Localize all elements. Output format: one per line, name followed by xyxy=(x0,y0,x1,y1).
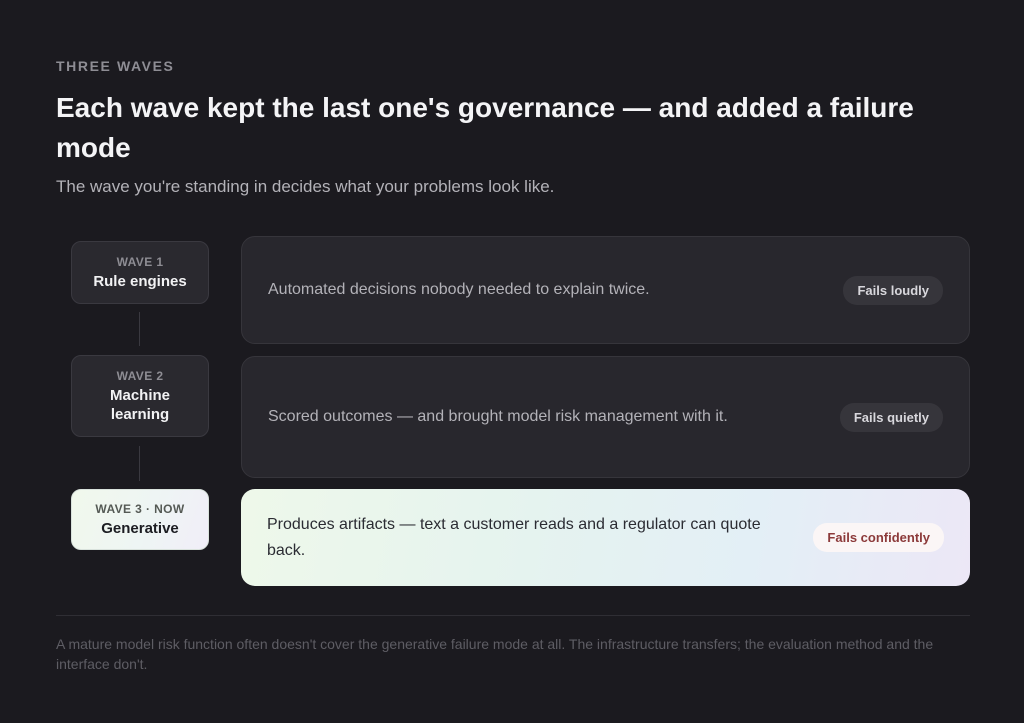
wave-2-description: Scored outcomes — and brought model risk… xyxy=(268,408,728,425)
wave-3-name: Generative xyxy=(101,519,179,537)
wave-3-badge: Fails confidently xyxy=(813,523,944,552)
wave-1-pill: WAVE 1 Rule engines xyxy=(71,241,209,304)
wave-3-description: Produces artifacts — text a customer rea… xyxy=(267,515,761,559)
wave-2-card: Scored outcomes — and brought model risk… xyxy=(241,356,970,478)
wave-connector xyxy=(139,446,140,481)
wave-1-badge: Fails loudly xyxy=(843,275,943,305)
wave-1-name: Rule engines xyxy=(93,272,187,290)
eyebrow: THREE WAVES xyxy=(56,58,175,74)
wave-2-tag: WAVE 2 xyxy=(116,368,164,383)
wave-connector xyxy=(139,312,140,346)
wave-2-pill: WAVE 2 Machine learning xyxy=(71,355,209,437)
wave-1-tag: WAVE 1 xyxy=(116,254,164,269)
wave-3-card: Produces artifacts — text a customer rea… xyxy=(241,489,970,586)
wave-3-tag: WAVE 3 · NOW xyxy=(95,501,185,516)
wave-1-card: Automated decisions nobody needed to exp… xyxy=(241,236,970,344)
page-subtitle: The wave you're standing in decides what… xyxy=(56,177,555,196)
page-title: Each wave kept the last one's governance… xyxy=(56,92,914,163)
footnote: A mature model risk function often doesn… xyxy=(56,636,934,672)
divider xyxy=(56,615,970,616)
page: THREE WAVES Each wave kept the last one'… xyxy=(0,0,1024,723)
wave-3-pill: WAVE 3 · NOW Generative xyxy=(71,489,209,550)
wave-1-description: Automated decisions nobody needed to exp… xyxy=(268,281,650,298)
wave-2-badge: Fails quietly xyxy=(839,402,943,432)
wave-2-name: Machine learning xyxy=(109,386,170,423)
